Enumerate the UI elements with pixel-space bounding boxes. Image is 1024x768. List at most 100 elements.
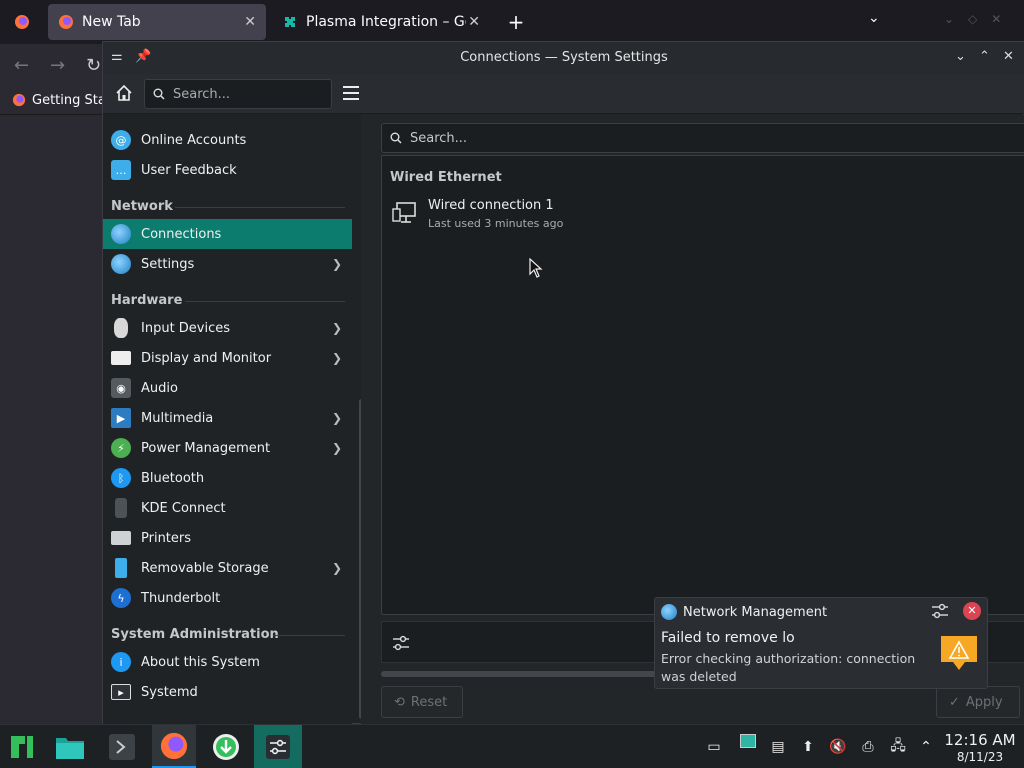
sidebar-item-systemd[interactable]: ▸ Systemd [103,677,352,707]
connections-search-input[interactable]: Search... [381,123,1024,153]
firefox-icon [12,93,26,107]
hamburger-menu-icon[interactable] [343,86,359,100]
window-title: Connections — System Settings [460,50,668,65]
usb-drive-icon [115,558,127,578]
taskbar-software-manager[interactable] [204,725,248,768]
taskbar-system-settings[interactable] [254,725,302,768]
section-header-wired-ethernet: Wired Ethernet [390,170,502,185]
taskbar: ▭ ▤ ⬆ 🔇 ⎙ 🖧 ⌃ 12:16 AM 8/11/23 [0,724,1024,768]
manjaro-logo-icon [11,736,33,758]
sidebar-item-input-devices[interactable]: Input Devices ❯ [103,313,352,343]
mouse-cursor-icon [529,258,543,278]
info-icon: i [111,652,131,672]
tab-title: Plasma Integration – Get t [306,14,466,30]
close-icon[interactable]: ✕ [468,14,480,30]
systemd-icon: ▸ [111,684,131,700]
terminal-icon [109,734,135,760]
horizontal-scrollbar[interactable] [381,671,681,677]
sidebar-item-network-settings[interactable]: Settings ❯ [103,249,352,279]
reload-icon[interactable]: ↻ [86,55,101,76]
close-icon[interactable]: ✕ [244,14,256,30]
taskbar-firefox[interactable] [152,725,196,768]
sidebar-item-bluetooth[interactable]: ᛒ Bluetooth [103,463,352,493]
folder-icon [56,738,84,759]
notification-title: Failed to remove lo [661,630,795,646]
sidebar-item-about-system[interactable]: i About this System [103,647,352,677]
tab-title: New Tab [82,14,141,30]
download-icon [213,734,239,760]
warning-icon [941,636,977,670]
taskbar-terminal[interactable] [100,725,144,768]
notification-body: Error checking authorization: connection… [661,651,916,684]
chevron-right-icon: ❯ [331,351,342,365]
apply-button[interactable]: ✓ Apply [936,686,1020,718]
sidebar-item-thunderbolt[interactable]: ϟ Thunderbolt [103,583,352,613]
minimize-icon[interactable]: ⌄ [955,49,966,64]
sidebar-item-kde-connect[interactable]: KDE Connect [103,493,352,523]
connections-icon [111,224,131,244]
online-accounts-icon: @ [111,130,131,150]
chevron-right-icon: ❯ [331,257,342,271]
mouse-icon [114,318,128,338]
checkmark-icon: ✓ [949,694,960,710]
sidebar-item-display-monitor[interactable]: Display and Monitor ❯ [103,343,352,373]
close-icon[interactable]: ✕ [1003,49,1014,64]
notification-popup[interactable]: Network Management ✕ Failed to remove lo… [654,597,988,689]
sidebar-item-multimedia[interactable]: ▶ Multimedia ❯ [103,403,352,433]
configure-icon[interactable] [392,634,410,652]
search-icon [390,132,402,144]
forward-arrow-icon[interactable]: → [50,55,65,76]
tab-new-tab[interactable]: New Tab ✕ [48,4,266,40]
sidebar: @ Online Accounts … User Feedback Networ… [103,115,352,725]
chevron-right-icon: ❯ [331,561,342,575]
firefox-menu-button[interactable] [0,0,44,44]
sidebar-item-removable-storage[interactable]: Removable Storage ❯ [103,553,352,583]
clipboard-icon[interactable]: ▤ [768,737,788,757]
clock-date[interactable]: 8/11/23 [940,750,1020,764]
thunderbolt-icon: ϟ [111,588,131,608]
chevron-right-icon: ❯ [331,321,342,335]
bookmark-getting-started[interactable]: Getting Sta [32,93,106,108]
tab-plasma-integration[interactable]: Plasma Integration – Get t ✕ [272,4,490,40]
sidebar-item-online-accounts[interactable]: @ Online Accounts [103,125,352,155]
settings-app-icon [266,735,290,759]
notification-app-name: Network Management [683,604,828,620]
volume-muted-icon[interactable]: 🔇 [828,737,848,757]
reset-button[interactable]: ⟲ Reset [381,686,463,718]
maximize-icon[interactable]: ⌃ [979,49,990,64]
section-header-network: Network [111,199,173,214]
sidebar-item-connections[interactable]: Connections [103,219,352,249]
updates-icon[interactable]: ⬆ [798,737,818,757]
sidebar-item-power-management[interactable]: ⚡ Power Management ❯ [103,433,352,463]
removable-device-icon[interactable]: ⎙ [858,737,878,757]
taskbar-file-manager[interactable] [48,725,92,768]
configure-icon[interactable] [931,602,949,620]
network-settings-icon [111,254,131,274]
chevron-up-icon[interactable]: ⌃ [916,737,936,757]
application-launcher-button[interactable] [0,725,44,768]
chevron-down-icon[interactable]: ⌄ [868,10,880,26]
close-icon[interactable]: ✕ [963,602,981,620]
virtual-desktop-pager[interactable] [738,731,758,751]
firefox-icon [59,15,73,29]
back-arrow-icon[interactable]: ← [14,55,29,76]
chevron-right-icon: ❯ [331,441,342,455]
new-tab-button[interactable]: + [502,8,530,36]
connection-name: Wired connection 1 [428,198,554,213]
reset-icon: ⟲ [394,694,405,710]
sidebar-search-input[interactable]: Search... [144,79,332,109]
clock-time[interactable]: 12:16 AM [940,731,1020,749]
sidebar-item-printers[interactable]: Printers [103,523,352,553]
phone-icon [115,498,127,518]
search-placeholder: Search... [173,86,231,102]
sidebar-item-audio[interactable]: ◉ Audio [103,373,352,403]
home-icon[interactable] [115,84,133,102]
search-icon [153,88,165,100]
firefox-content [0,114,102,724]
list-item-wired-connection[interactable]: Wired connection 1 Last used 3 minutes a… [390,194,690,232]
network-management-icon [661,604,677,620]
desktop-icon[interactable]: ▭ [704,737,724,757]
network-icon[interactable]: 🖧 [888,737,908,757]
power-icon: ⚡ [111,438,131,458]
sidebar-item-user-feedback[interactable]: … User Feedback [103,155,352,185]
